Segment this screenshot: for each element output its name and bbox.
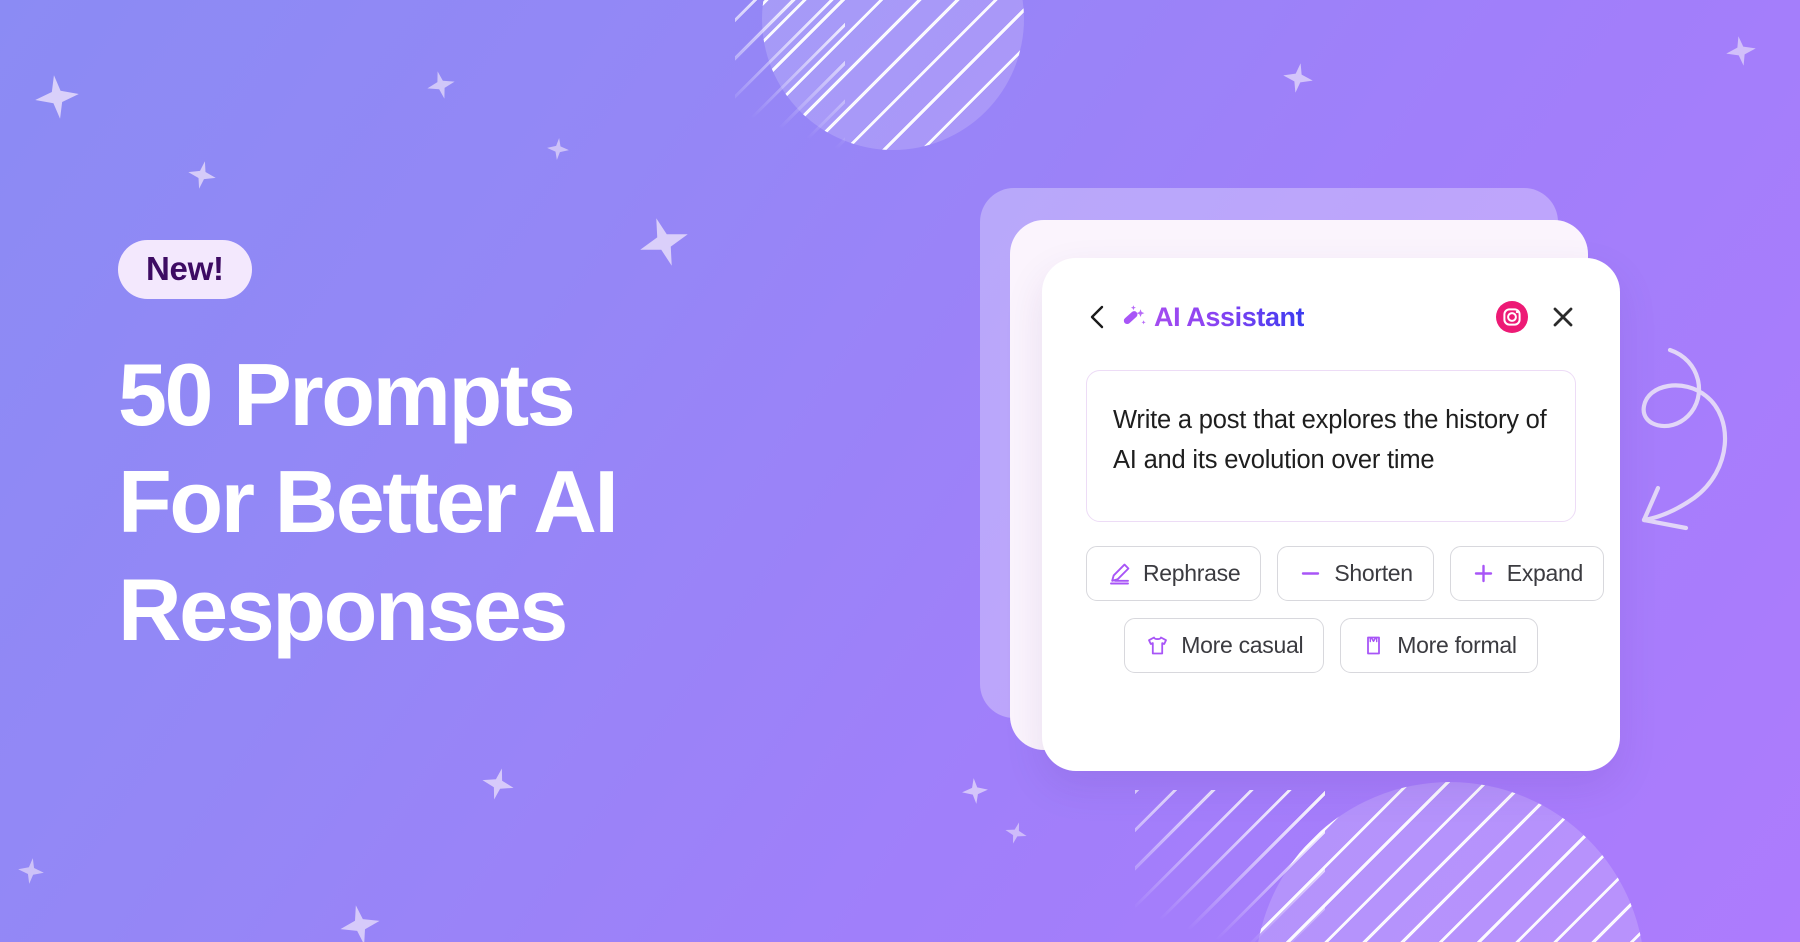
- panel-header: AI Assistant: [1086, 300, 1576, 334]
- expand-button[interactable]: Expand: [1449, 546, 1605, 601]
- more-formal-button[interactable]: More formal: [1340, 618, 1538, 673]
- headline-line-2: For Better AI: [118, 452, 619, 552]
- more-formal-button-label: More formal: [1397, 632, 1517, 658]
- headline-line-3: Responses: [118, 559, 568, 659]
- sparkle-star-icon: [1002, 819, 1029, 846]
- striped-circle-bottom-icon: [1255, 782, 1645, 942]
- action-row-tone: More casual More formal: [1086, 618, 1576, 673]
- promo-banner: New! 50 Prompts For Better AI Responses: [0, 0, 1800, 942]
- curved-arrow-icon: [1641, 347, 1728, 531]
- magic-wand-icon: [1123, 305, 1146, 325]
- sparkle-star-icon: [424, 68, 458, 102]
- dress-shirt-icon: [1367, 636, 1381, 655]
- expand-button-label: Expand: [1506, 560, 1584, 586]
- ai-assistant-card-stack: AI Assistant Write a post that explores …: [970, 188, 1620, 788]
- sparkle-star-icon: [546, 137, 570, 161]
- sparkle-star-icon: [16, 856, 45, 885]
- prompt-text: Write a post that explores the history o…: [1113, 406, 1547, 474]
- plus-icon: [1474, 564, 1492, 583]
- sparkle-star-icon: [32, 72, 82, 122]
- tshirt-icon: [1148, 636, 1168, 655]
- striped-circle-top-icon: [762, 0, 1024, 150]
- ai-assistant-panel: AI Assistant Write a post that explores …: [1042, 258, 1620, 771]
- rephrase-button-label: Rephrase: [1143, 560, 1241, 586]
- shorten-button[interactable]: Shorten: [1277, 546, 1434, 601]
- sparkle-star-icon: [336, 901, 383, 942]
- new-badge: New!: [118, 240, 252, 299]
- chevron-left-icon[interactable]: [1086, 304, 1108, 330]
- hero-copy: New! 50 Prompts For Better AI Responses: [118, 240, 838, 663]
- more-casual-button[interactable]: More casual: [1124, 618, 1325, 673]
- action-row-primary: Rephrase Shorten Expand: [1086, 546, 1605, 601]
- page-title: 50 Prompts For Better AI Responses: [118, 341, 838, 663]
- sparkle-star-icon: [479, 765, 518, 804]
- rephrase-button[interactable]: Rephrase: [1086, 546, 1262, 601]
- sparkle-star-icon: [1281, 61, 1316, 96]
- pencil-edit-icon: [1110, 563, 1130, 585]
- shorten-button-label: Shorten: [1334, 560, 1413, 586]
- panel-title: AI Assistant: [1154, 301, 1305, 332]
- close-icon[interactable]: [1550, 304, 1576, 330]
- headline-line-1: 50 Prompts: [118, 345, 576, 444]
- sparkle-star-icon: [185, 158, 218, 191]
- minus-icon: [1302, 572, 1320, 575]
- sparkle-star-icon: [1724, 34, 1759, 69]
- prompt-input[interactable]: Write a post that explores the history o…: [1086, 370, 1576, 522]
- more-casual-button-label: More casual: [1181, 632, 1304, 658]
- instagram-icon[interactable]: [1496, 301, 1528, 333]
